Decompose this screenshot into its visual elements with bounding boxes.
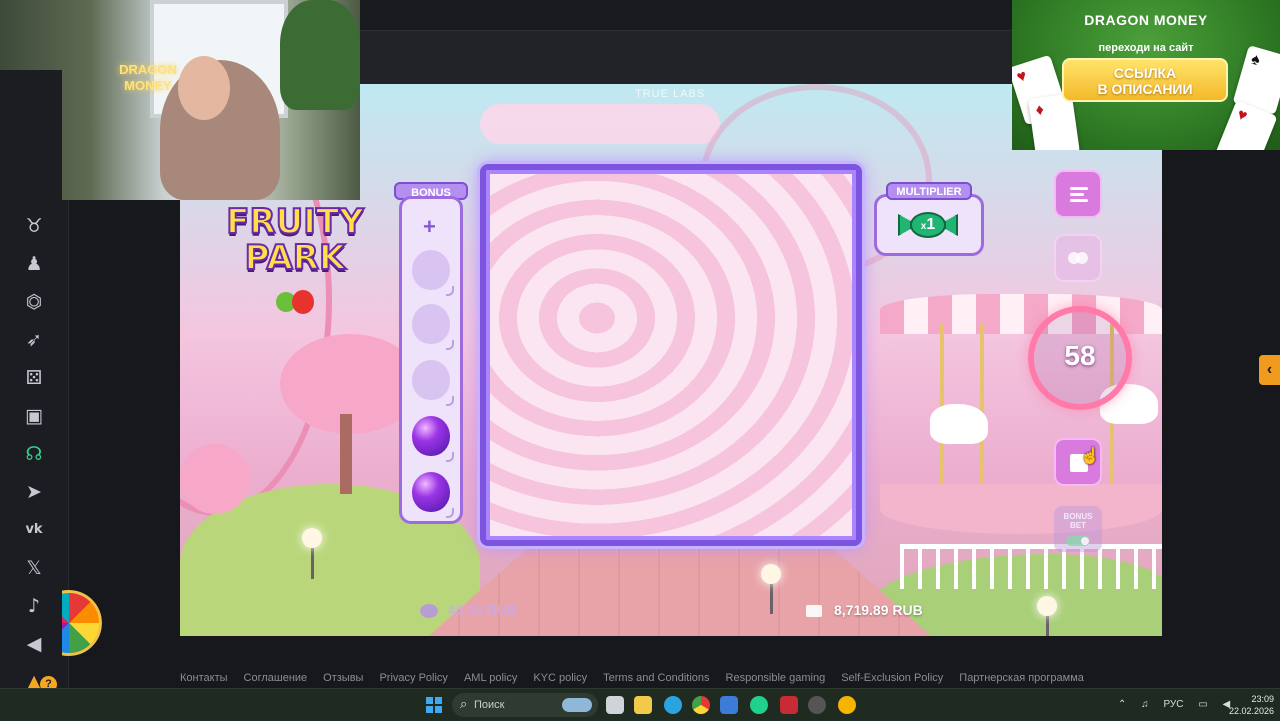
app-icon[interactable] xyxy=(750,696,768,714)
ad-brand: DRAGON MONEY xyxy=(1084,12,1208,28)
bonus-bet-label-1: BONUS xyxy=(1063,512,1093,521)
rocket-icon[interactable]: ➶ xyxy=(22,328,46,352)
support-icon[interactable]: ☊ xyxy=(22,442,46,466)
app-icon[interactable] xyxy=(720,696,738,714)
telegram-icon[interactable] xyxy=(664,696,682,714)
footer-links: Контакты Соглашение Отзывы Privacy Policy AM… xyxy=(180,672,1160,688)
bonus-bet-label-2: BET xyxy=(1070,521,1086,530)
monitor-icon[interactable]: ▭ xyxy=(1198,699,1207,710)
bonus-plus-icon: + xyxy=(423,214,436,239)
bonus-slot-empty xyxy=(412,304,454,350)
autospin-counter: 58 xyxy=(1064,340,1096,371)
game-logo: FRUITY PARK xyxy=(220,202,370,314)
provider-label: TRUE LABS xyxy=(635,88,706,100)
footer-link[interactable]: Privacy Policy xyxy=(379,672,447,684)
balloon-icon xyxy=(412,472,454,518)
multiplier-candy-icon: x1 xyxy=(898,208,958,242)
reel-frame xyxy=(480,164,862,546)
mic-icon[interactable]: ♫ xyxy=(1141,699,1149,710)
bet-value: 40.00 RUB xyxy=(448,602,518,618)
bet-display[interactable]: 40.00 RUB xyxy=(420,602,517,624)
hand-cursor-icon: ☝ xyxy=(1080,448,1100,465)
controller-icon[interactable]: ⏣ xyxy=(22,290,46,314)
logo-line-1: FRUITY xyxy=(225,202,364,242)
balance-value: 8,719.89 RUB xyxy=(834,602,923,618)
coins-icon xyxy=(420,604,438,619)
site-top-bar xyxy=(360,0,1012,30)
file-explorer-icon[interactable] xyxy=(634,696,652,714)
clock-date: 22.02.2026 xyxy=(1228,706,1274,716)
app-icon[interactable] xyxy=(780,696,798,714)
turbo-button[interactable] xyxy=(1054,234,1102,282)
footer-link[interactable]: KYC policy xyxy=(533,672,587,684)
multiplier-value: 1 xyxy=(926,216,936,233)
balloon-icon xyxy=(412,416,454,462)
menu-button[interactable] xyxy=(1054,170,1102,218)
site-header xyxy=(360,30,1012,85)
clock-time: 23:09 xyxy=(1251,694,1274,704)
taskbar-search[interactable]: Поиск xyxy=(452,693,598,717)
ad-button-line-2: В ОПИСАНИИ xyxy=(1097,81,1193,97)
neon-line-1: DRAGON xyxy=(119,62,177,77)
ad-subtitle: переходи на сайт xyxy=(1098,42,1194,54)
chrome-icon[interactable] xyxy=(692,696,710,714)
windows-taskbar: Поиск ⌃ ♫ РУС ▭ ◀ 23:09 22.02.2026 xyxy=(0,688,1280,721)
vk-icon[interactable]: vk xyxy=(22,518,46,542)
task-view-icon[interactable] xyxy=(606,696,624,714)
bonus-slot-empty xyxy=(412,360,454,406)
ad-link-button[interactable]: ССЫЛКА В ОПИСАНИИ xyxy=(1062,58,1228,102)
user-icon[interactable]: ♟ xyxy=(22,252,46,276)
footer-link[interactable]: AML policy xyxy=(464,672,517,684)
language-indicator[interactable]: РУС xyxy=(1163,699,1183,710)
multiplier-label: MULTIPLIER xyxy=(886,182,972,200)
wallet-icon xyxy=(806,605,822,618)
safe-icon[interactable]: ▣ xyxy=(22,404,46,428)
ad-banner[interactable]: ♥ ♦ ♠ ♥ DRAGON MONEY переходи на сайт СС… xyxy=(1012,0,1280,150)
x-icon[interactable]: 𝕏 xyxy=(22,556,46,580)
footer-link[interactable]: Отзывы xyxy=(323,672,363,684)
ad-button-line-1: ССЫЛКА xyxy=(1113,65,1177,81)
dice-icon[interactable]: ⚄ xyxy=(22,366,46,390)
side-panel-toggle[interactable]: ‹ xyxy=(1259,355,1280,385)
clock[interactable]: 23:09 22.02.2026 xyxy=(1222,693,1274,717)
telegram-icon[interactable]: ➤ xyxy=(22,480,46,504)
footer-link[interactable]: Партнерская программа xyxy=(959,672,1084,684)
app-icon[interactable] xyxy=(808,696,826,714)
volume-icon[interactable]: ◀ xyxy=(22,632,46,656)
footer-link[interactable]: Responsible gaming xyxy=(726,672,826,684)
balance-display: 8,719.89 RUB xyxy=(806,602,923,624)
search-placeholder: Поиск xyxy=(474,699,505,711)
footer-link[interactable]: Terms and Conditions xyxy=(603,672,709,684)
bonus-bet-toggle[interactable]: BONUS BET xyxy=(1054,506,1102,552)
bull-icon[interactable]: ♉ xyxy=(22,214,46,238)
bell-icon[interactable]: ♪ xyxy=(22,594,46,618)
logo-line-2: PARK xyxy=(244,238,347,278)
app-icon[interactable] xyxy=(838,696,856,714)
site-sidebar: ♉ ♟ ⏣ ➶ ⚄ ▣ ☊ ➤ ? vk 𝕏 ♪ ◀ ▲ xyxy=(0,200,69,693)
footer-link[interactable]: Соглашение xyxy=(244,672,308,684)
chevron-up-icon[interactable]: ⌃ xyxy=(1118,699,1126,710)
footer-link[interactable]: Self-Exclusion Policy xyxy=(841,672,943,684)
webcam-overlay: DRAGON MONEY xyxy=(0,0,360,200)
right-panel xyxy=(1162,150,1280,688)
fortune-wheel-widget[interactable] xyxy=(62,590,102,656)
bonus-slot-empty xyxy=(412,250,454,296)
windows-start-icon[interactable] xyxy=(426,697,442,713)
footer-link[interactable]: Контакты xyxy=(180,672,228,684)
